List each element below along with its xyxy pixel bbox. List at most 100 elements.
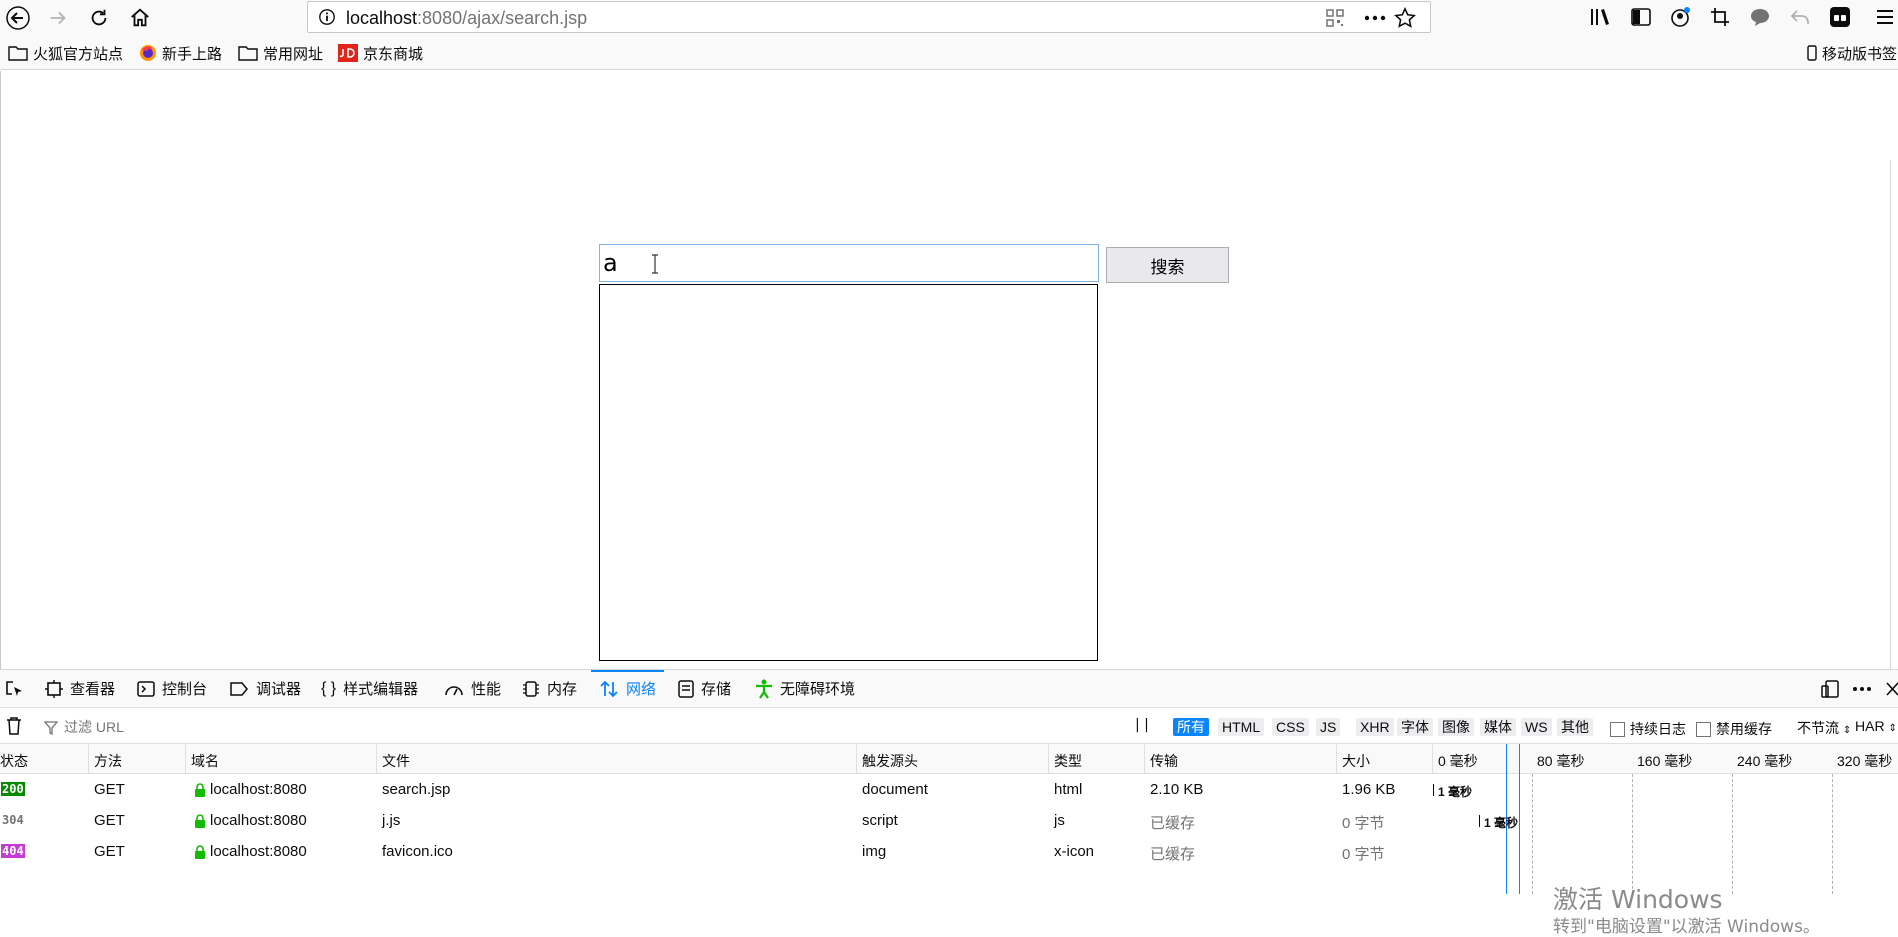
column-file[interactable]: 文件 bbox=[382, 751, 410, 771]
filter-all[interactable]: 所有 bbox=[1173, 718, 1209, 736]
filter-fonts[interactable]: 字体 bbox=[1397, 718, 1433, 736]
bookmark-label: 常用网址 bbox=[263, 45, 324, 63]
library-button[interactable] bbox=[1587, 4, 1613, 30]
column-status[interactable]: 状态 bbox=[0, 751, 28, 771]
memory-chip-icon bbox=[522, 680, 540, 698]
column-cause[interactable]: 触发源头 bbox=[862, 751, 918, 771]
mobile-bookmarks-label: 移动版书签 bbox=[1822, 45, 1898, 63]
timeline-tick-240: 240 毫秒 bbox=[1737, 753, 1793, 769]
reload-button[interactable] bbox=[85, 4, 113, 32]
table-row[interactable]: 200 GET localhost:8080 search.jsp docume… bbox=[0, 774, 1898, 805]
waterfall-timing: 1 毫秒 bbox=[1438, 785, 1473, 799]
tab-debugger[interactable]: 调试器 bbox=[229, 670, 301, 707]
screenshot-button[interactable] bbox=[1707, 4, 1733, 30]
url-text[interactable]: localhost:8080/ajax/search.jsp bbox=[346, 8, 587, 29]
filter-css[interactable]: CSS bbox=[1272, 718, 1309, 736]
site-info-icon[interactable] bbox=[318, 8, 336, 30]
sidebar-button[interactable] bbox=[1628, 4, 1654, 30]
filter-images[interactable]: 图像 bbox=[1438, 718, 1474, 736]
table-row[interactable]: 304 GET localhost:8080 j.js script js 已缓… bbox=[0, 805, 1898, 836]
search-input[interactable] bbox=[599, 244, 1099, 282]
status-badge: 304 bbox=[2, 813, 24, 827]
forward-button[interactable] bbox=[44, 4, 72, 32]
request-cause: img bbox=[862, 843, 887, 860]
filter-ws[interactable]: WS bbox=[1521, 718, 1552, 736]
inspector-icon bbox=[45, 679, 63, 698]
column-divider[interactable] bbox=[1336, 744, 1337, 774]
tab-inspector[interactable]: 查看器 bbox=[45, 670, 115, 707]
throttle-value: 不节流 bbox=[1797, 720, 1839, 736]
filter-url-input[interactable] bbox=[44, 714, 466, 740]
column-divider[interactable] bbox=[88, 744, 89, 774]
column-domain[interactable]: 域名 bbox=[191, 751, 219, 771]
tab-console[interactable]: 控制台 bbox=[137, 670, 207, 707]
storage-icon bbox=[678, 679, 694, 698]
extension-icon bbox=[1830, 7, 1850, 27]
dock-toggle-button[interactable] bbox=[1820, 670, 1840, 707]
devtools-options-button[interactable] bbox=[1852, 670, 1872, 707]
filter-media[interactable]: 媒体 bbox=[1480, 718, 1516, 736]
throttle-select[interactable]: 不节流 ⇕ bbox=[1797, 718, 1851, 738]
page-actions-icon[interactable] bbox=[1364, 7, 1386, 29]
trash-icon[interactable] bbox=[6, 716, 22, 739]
responsive-icon bbox=[1821, 679, 1839, 698]
scrollbar-track[interactable] bbox=[1890, 160, 1891, 669]
url-bar[interactable]: localhost:8080/ajax/search.jsp bbox=[307, 1, 1431, 33]
mobile-bookmarks[interactable]: 移动版书签 bbox=[1807, 42, 1897, 64]
crop-icon bbox=[1711, 8, 1729, 26]
request-file: search.jsp bbox=[382, 781, 451, 798]
column-divider[interactable] bbox=[1144, 744, 1145, 774]
console-icon bbox=[137, 680, 155, 698]
disable-cache-checkbox[interactable]: 禁用缓存 bbox=[1696, 719, 1772, 739]
filter-js[interactable]: JS bbox=[1316, 718, 1341, 736]
column-transferred[interactable]: 传输 bbox=[1150, 751, 1178, 771]
tab-performance[interactable]: 性能 bbox=[444, 670, 501, 707]
bookmark-item[interactable]: 火狐官方站点 bbox=[8, 42, 123, 64]
filter-other[interactable]: 其他 bbox=[1557, 718, 1593, 736]
bookmark-item[interactable]: 京东商城 bbox=[338, 42, 423, 64]
home-button[interactable] bbox=[126, 4, 154, 32]
request-method: GET bbox=[94, 843, 125, 860]
table-row[interactable]: 404 GET localhost:8080 favicon.ico img x… bbox=[0, 836, 1898, 867]
bookmark-item[interactable]: 常用网址 bbox=[238, 42, 323, 64]
back-button[interactable] bbox=[4, 4, 32, 32]
column-divider[interactable] bbox=[185, 744, 186, 774]
column-type[interactable]: 类型 bbox=[1054, 751, 1082, 771]
select-arrows-icon: ⇕ bbox=[1888, 723, 1897, 734]
text-cursor-icon bbox=[650, 254, 660, 278]
reload-icon bbox=[91, 9, 107, 26]
close-devtools-button[interactable] bbox=[1886, 670, 1898, 707]
bookmark-star-icon[interactable] bbox=[1394, 7, 1416, 29]
column-divider[interactable] bbox=[376, 744, 377, 774]
request-cause: document bbox=[862, 781, 928, 798]
gauge-icon bbox=[444, 681, 464, 697]
filter-xhr[interactable]: XHR bbox=[1356, 718, 1394, 736]
column-method[interactable]: 方法 bbox=[94, 751, 122, 771]
bookmark-item[interactable]: 新手上路 bbox=[139, 42, 222, 64]
request-type: html bbox=[1054, 781, 1083, 798]
qr-code-icon[interactable] bbox=[1324, 7, 1346, 29]
tab-memory[interactable]: 内存 bbox=[522, 670, 577, 707]
account-button[interactable] bbox=[1667, 4, 1693, 30]
url-host: localhost bbox=[346, 8, 418, 28]
pause-button[interactable]: | | bbox=[1135, 717, 1149, 733]
column-size[interactable]: 大小 bbox=[1342, 751, 1370, 771]
menu-button[interactable] bbox=[1872, 4, 1898, 30]
browser-toolbar: localhost:8080/ajax/search.jsp bbox=[0, 0, 1898, 36]
column-divider[interactable] bbox=[1432, 744, 1433, 774]
chat-button[interactable] bbox=[1747, 4, 1773, 30]
tab-accessibility[interactable]: 无障碍环境 bbox=[755, 670, 855, 707]
persist-log-checkbox[interactable]: 持续日志 bbox=[1610, 719, 1686, 739]
column-divider[interactable] bbox=[1048, 744, 1049, 774]
tab-storage[interactable]: 存储 bbox=[678, 670, 731, 707]
tab-network[interactable]: 网络 bbox=[590, 670, 665, 707]
lock-icon bbox=[194, 844, 206, 863]
element-picker-button[interactable] bbox=[4, 670, 24, 707]
extension-button[interactable] bbox=[1827, 4, 1853, 30]
har-menu[interactable]: HAR ⇕ bbox=[1855, 718, 1897, 734]
column-divider[interactable] bbox=[856, 744, 857, 774]
filter-html[interactable]: HTML bbox=[1218, 718, 1265, 736]
undo-button[interactable] bbox=[1787, 4, 1813, 30]
search-button[interactable]: 搜索 bbox=[1106, 247, 1229, 283]
tab-style-editor[interactable]: { } 样式编辑器 bbox=[321, 670, 418, 707]
